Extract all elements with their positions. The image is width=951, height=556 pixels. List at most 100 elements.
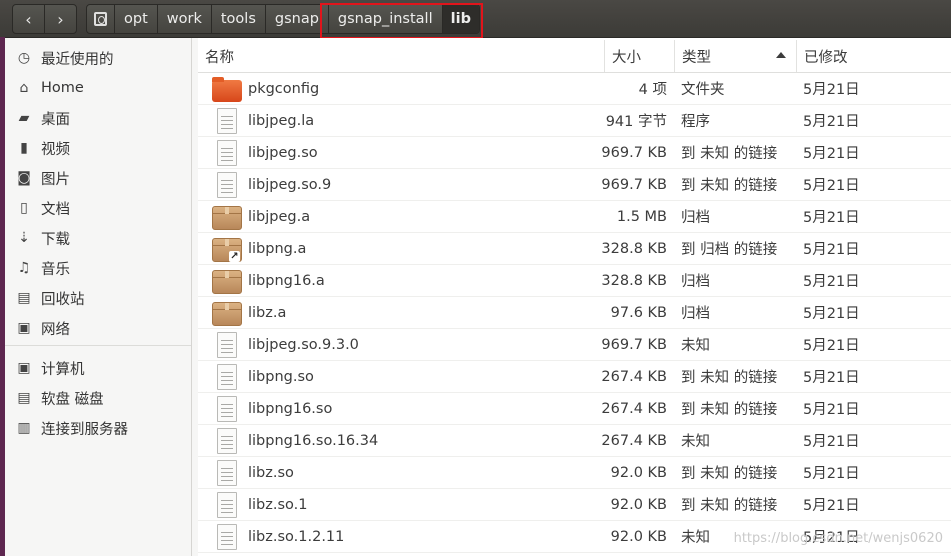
archive-icon: ↗ [212,236,244,262]
sidebar-item-label: 计算机 [41,361,85,378]
icon-shape [212,270,242,294]
disk-icon: ▤ [17,390,31,406]
icon-shape [217,172,237,198]
breadcrumb-item-gsnap[interactable]: gsnap [264,5,328,33]
icon-shape [217,524,237,550]
forward-button[interactable]: › [44,5,76,33]
file-name: libjpeg.so.9 [248,176,332,193]
file-type: 到 归档 的链接 [681,242,778,258]
sidebar-item-label: 桌面 [41,111,70,128]
icon-shape [217,140,237,166]
sidebar-item-download[interactable]: ⇣ 下载 [5,223,191,253]
file-size: 92.0 KB [610,528,667,545]
sidebar-item-music[interactable]: ♫ 音乐 [5,253,191,283]
file-row[interactable]: libjpeg.a 1.5 MB 归档 5月21日 [198,201,951,233]
breadcrumb-item-opt[interactable]: opt [114,5,157,33]
sidebar-item-label: 连接到服务器 [41,421,128,438]
file-icon [212,428,244,454]
file-size: 1.5 MB [616,208,667,225]
back-button[interactable]: ‹ [13,5,44,33]
sidebar-item-folder[interactable]: ▰ 桌面 [5,103,191,133]
column-name[interactable]: 名称 [198,40,604,72]
file-type: 未知 [681,338,710,354]
file-name: libjpeg.a [248,208,311,225]
sidebar-item-label: 网络 [41,321,70,338]
sidebar-item-home[interactable]: ⌂ Home [5,73,191,103]
server-icon: ▥ [17,420,31,436]
camera-icon: ◙ [17,170,31,186]
file-modified: 5月21日 [803,338,860,354]
symlink-arrow-icon: ↗ [229,251,240,262]
navigation-buttons: ‹ › [12,4,77,34]
file-type: 到 未知 的链接 [681,146,778,162]
column-type-label: 类型 [682,49,711,66]
file-row[interactable]: libjpeg.so.9.3.0 969.7 KB 未知 5月21日 [198,329,951,361]
sidebar-item-label: 最近使用的 [41,51,114,68]
file-modified: 5月21日 [803,146,860,162]
file-row[interactable]: libpng16.a 328.8 KB 归档 5月21日 [198,265,951,297]
column-modified[interactable]: 已修改 [796,40,951,72]
file-row[interactable]: libpng16.so.16.34 267.4 KB 未知 5月21日 [198,425,951,457]
file-row[interactable]: libjpeg.so 969.7 KB 到 未知 的链接 5月21日 [198,137,951,169]
file-row[interactable]: libz.a 97.6 KB 归档 5月21日 [198,297,951,329]
file-name: pkgconfig [248,80,320,97]
file-row[interactable]: libz.so.1 92.0 KB 到 未知 的链接 5月21日 [198,489,951,521]
file-size: 969.7 KB [601,336,667,353]
file-modified: 5月21日 [803,434,860,450]
file-size: 969.7 KB [601,176,667,193]
file-row[interactable]: libpng16.so 267.4 KB 到 未知 的链接 5月21日 [198,393,951,425]
file-type: 归档 [681,306,710,322]
breadcrumb-root[interactable] [87,5,114,33]
sidebar-item-server[interactable]: ▥ 连接到服务器 [5,413,191,443]
file-name: libpng16.so.16.34 [248,432,379,449]
sidebar-item-label: 下载 [41,231,70,248]
file-name: libpng16.a [248,272,325,289]
file-modified: 5月21日 [803,210,860,226]
column-size[interactable]: 大小 [604,40,674,72]
file-row[interactable]: pkgconfig 4 项文件夹 5月21日 [198,73,951,105]
icon-shape [217,332,237,358]
file-row[interactable]: libpng.so 267.4 KB 到 未知 的链接 5月21日 [198,361,951,393]
sidebar-item-video[interactable]: ▮ 视频 [5,133,191,163]
breadcrumb: opt work tools gsnap gsnap_install lib [86,4,480,34]
file-row[interactable]: libjpeg.so.9 969.7 KB 到 未知 的链接 5月21日 [198,169,951,201]
file-modified: 5月21日 [803,498,860,514]
sidebar-item-label: Home [41,80,84,96]
file-icon [212,524,244,550]
icon-shape [212,206,242,230]
file-row[interactable]: libjpeg.la 941 字节 程序 5月21日 [198,105,951,137]
network-icon: ▣ [17,320,31,336]
computer-icon: ▣ [17,360,31,376]
column-type[interactable]: 类型 [674,40,796,72]
file-type: 到 未知 的链接 [681,370,778,386]
file-size: 941 字节 [605,114,667,130]
breadcrumb-item-tools[interactable]: tools [210,5,265,33]
file-size: 97.6 KB [610,304,667,321]
sidebar: ◷ 最近使用的 ⌂ Home ▰ 桌面 ▮ 视频 ◙ 图片 ▯ 文档 ⇣ 下载 ♫ 音乐 ▤ 回收站 ▣ 网络 ▣ 计算机… [5,38,192,556]
archive-icon [212,204,244,230]
file-modified: 5月21日 [803,370,860,386]
file-size: 4 项 [638,82,667,98]
file-row[interactable]: libz.so 92.0 KB 到 未知 的链接 5月21日 [198,457,951,489]
sidebar-item-disk[interactable]: ▤ 软盘 磁盘 [5,383,191,413]
sidebar-item-trash[interactable]: ▤ 回收站 [5,283,191,313]
sidebar-item-clock[interactable]: ◷ 最近使用的 [5,43,191,73]
sidebar-item-computer[interactable]: ▣ 计算机 [5,353,191,383]
file-row[interactable]: ↗ libpng.a 328.8 KB 到 归档 的链接 5月21日 [198,233,951,265]
file-size: 969.7 KB [601,144,667,161]
file-type: 归档 [681,210,710,226]
breadcrumb-item-lib[interactable]: lib [441,5,479,33]
breadcrumb-item-gsnap-install[interactable]: gsnap_install [327,5,442,33]
sidebar-item-camera[interactable]: ◙ 图片 [5,163,191,193]
sidebar-item-document[interactable]: ▯ 文档 [5,193,191,223]
chevron-left-icon: ‹ [25,9,32,29]
icon-shape [212,77,242,102]
breadcrumb-item-work[interactable]: work [156,5,211,33]
sidebar-item-network[interactable]: ▣ 网络 [5,313,191,343]
watermark-text: https://blog.csdn.net/wenjs0620 [733,531,943,546]
file-modified: 5月21日 [803,306,860,322]
header-bar: ‹ › opt work tools gsnap gsnap_install l… [0,0,951,39]
icon-shape [217,396,237,422]
file-name: libjpeg.so [248,144,318,161]
file-size: 92.0 KB [610,464,667,481]
